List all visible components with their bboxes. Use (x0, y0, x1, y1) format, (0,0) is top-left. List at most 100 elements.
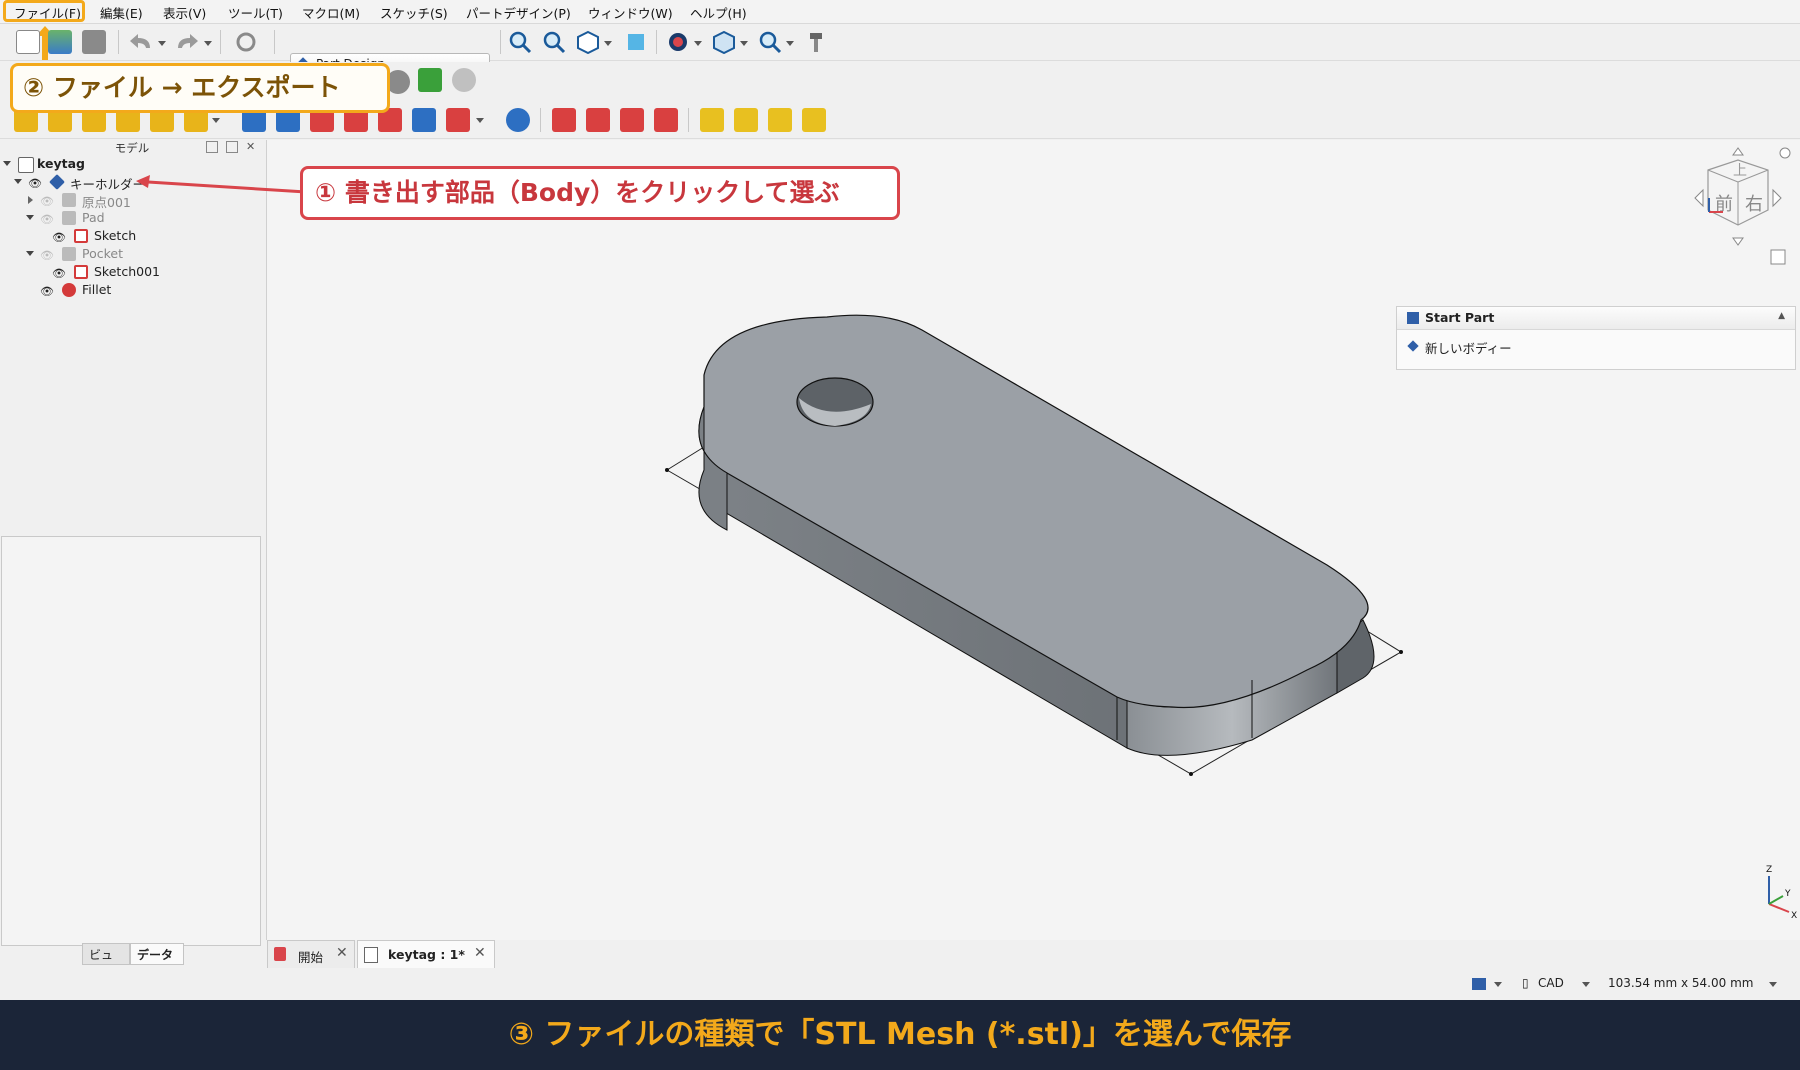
boolean-icon[interactable] (506, 108, 530, 132)
document-tabs: 開始 ✕ keytag : 1* ✕ (265, 940, 1800, 968)
annotation-step1: ① 書き出す部品（Body）をクリックして選ぶ (300, 166, 900, 220)
chevron-down-icon[interactable] (1769, 982, 1777, 987)
navcube-right-face[interactable]: 右 (1745, 194, 1763, 215)
redo-icon[interactable] (174, 32, 200, 52)
menu-view[interactable]: 表示(V) (163, 3, 206, 22)
tree-item-pad[interactable]: 👁 Pad (0, 210, 260, 228)
save-icon[interactable] (82, 30, 106, 54)
close-icon[interactable]: ✕ (336, 945, 348, 961)
navcube-top-face[interactable]: 上 (1733, 163, 1747, 179)
draw-style-icon[interactable] (666, 30, 690, 54)
units-icon[interactable] (1472, 978, 1486, 990)
subtractive-primitive-icon[interactable] (446, 108, 470, 132)
refresh-icon[interactable] (234, 30, 258, 54)
dimension-readout: 103.54 mm x 54.00 mm (1608, 976, 1754, 990)
open-document-icon[interactable] (48, 30, 72, 54)
chevron-down-icon[interactable] (1582, 982, 1590, 987)
3d-view[interactable]: 上 前 右 Z Y X (266, 140, 1800, 940)
menu-bar: ファイル(F) 編集(E) 表示(V) ツール(T) マクロ(M) スケッチ(S… (0, 0, 1800, 24)
task-panel-title: Start Part (1425, 310, 1495, 325)
axis-y-label: Y (1784, 889, 1791, 899)
tree-item-pocket[interactable]: 👁 Pocket (0, 246, 260, 264)
polar-pattern-icon[interactable] (768, 108, 792, 132)
annotation-step3: ③ ファイルの種類で「STL Mesh (*.stl)」を選んで保存 (508, 1017, 1292, 1052)
validate-sketch-icon[interactable] (452, 68, 476, 92)
navigation-cube[interactable]: 上 前 右 (1653, 140, 1800, 278)
float-icon[interactable] (226, 141, 238, 153)
model-tree: keytag 👁 キーホルダー 👁 原点001 👁 Pad 👁 Sketch 👁… (0, 156, 264, 538)
status-bar: ▯ CAD 103.54 mm x 54.00 mm (0, 968, 1800, 1000)
chevron-down-icon[interactable] (1494, 982, 1502, 987)
task-panel: Start Part ▲ 新しいボディー (1396, 306, 1796, 370)
mirrored-icon[interactable] (700, 108, 724, 132)
collapse-icon[interactable]: ▲ (1778, 311, 1785, 321)
menu-partdesign[interactable]: パートデザイン(P) (466, 3, 571, 22)
subtractive-helix-icon[interactable] (412, 108, 436, 132)
menu-macro[interactable]: マクロ(M) (302, 3, 360, 22)
eye-icon[interactable]: 👁 (40, 285, 54, 298)
body-icon (49, 174, 65, 190)
fillet-icon (62, 283, 76, 297)
fillet-tool-icon[interactable] (552, 108, 576, 132)
linear-pattern-icon[interactable] (734, 108, 758, 132)
document-icon (364, 947, 378, 963)
tree-item-fillet[interactable]: 👁 Fillet (0, 282, 260, 300)
3d-model-render[interactable] (267, 140, 1800, 940)
chamfer-tool-icon[interactable] (586, 108, 610, 132)
annotation-step2: ② ファイル → エクスポート (10, 63, 390, 113)
new-body-action[interactable]: 新しいボディー (1407, 338, 1777, 358)
sketch-icon (74, 265, 88, 279)
instruction-banner: ③ ファイルの種類で「STL Mesh (*.stl)」を選んで保存 (0, 1000, 1800, 1070)
sketch-icon (74, 229, 88, 243)
tree-item-sketch[interactable]: 👁 Sketch (0, 228, 260, 246)
close-icon[interactable]: ✕ (474, 945, 486, 961)
new-document-icon[interactable] (16, 30, 40, 54)
eye-icon[interactable]: 👁 (28, 177, 42, 190)
body-icon (1407, 340, 1419, 352)
toolbar-row-1: Part Design (0, 24, 1800, 75)
view-cube-icon[interactable] (576, 30, 600, 54)
dock-icon[interactable] (206, 141, 218, 153)
callout-arrow (136, 175, 307, 194)
tab-start[interactable]: 開始 ✕ (267, 940, 355, 968)
document-icon (18, 157, 34, 173)
combo-view: モデル ✕ keytag 👁 キーホルダー 👁 原点001 👁 Pad 👁 Sk… (0, 140, 264, 950)
menu-sketch[interactable]: スケッチ(S) (380, 3, 448, 22)
nav-style-label[interactable]: CAD (1538, 976, 1564, 990)
fit-all-icon[interactable] (508, 30, 532, 54)
axis-indicator: Z Y X (1766, 865, 1797, 921)
file-menu-highlight (3, 0, 85, 22)
tree-item-sketch001[interactable]: 👁 Sketch001 (0, 264, 260, 282)
whats-this-icon[interactable] (804, 30, 828, 54)
eye-hidden-icon[interactable]: 👁 (40, 249, 54, 262)
mouse-icon: ▯ (1522, 976, 1529, 990)
multitransform-icon[interactable] (802, 108, 826, 132)
fit-selection-icon[interactable] (542, 30, 566, 54)
menu-window[interactable]: ウィンドウ(W) (588, 3, 673, 22)
tab-data[interactable]: データ (130, 943, 184, 965)
eye-hidden-icon[interactable]: 👁 (40, 213, 54, 226)
task-panel-header[interactable]: Start Part ▲ (1397, 307, 1795, 330)
tab-keytag[interactable]: keytag : 1* ✕ (357, 940, 495, 968)
eye-icon[interactable]: 👁 (52, 267, 66, 280)
eye-icon[interactable]: 👁 (52, 231, 66, 244)
freecad-icon (274, 947, 286, 961)
undo-icon[interactable] (128, 32, 154, 52)
std-views-icon[interactable] (712, 30, 736, 54)
menu-help[interactable]: ヘルプ(H) (690, 3, 747, 22)
zoom-icon[interactable] (758, 30, 782, 54)
thickness-tool-icon[interactable] (654, 108, 678, 132)
menu-edit[interactable]: 編集(E) (100, 3, 143, 22)
create-sketch-icon[interactable] (418, 68, 442, 92)
close-icon[interactable]: ✕ (246, 140, 255, 153)
pad-icon (62, 211, 76, 225)
model-panel-title: モデル (114, 141, 150, 155)
origin-icon (62, 193, 76, 207)
axis-z-label: Z (1766, 865, 1772, 875)
tab-view[interactable]: ビュー (82, 943, 130, 984)
eye-hidden-icon[interactable]: 👁 (40, 195, 54, 208)
menu-tools[interactable]: ツール(T) (228, 3, 283, 22)
draft-tool-icon[interactable] (620, 108, 644, 132)
axis-x-label: X (1791, 911, 1797, 921)
measure-icon[interactable] (624, 30, 648, 54)
